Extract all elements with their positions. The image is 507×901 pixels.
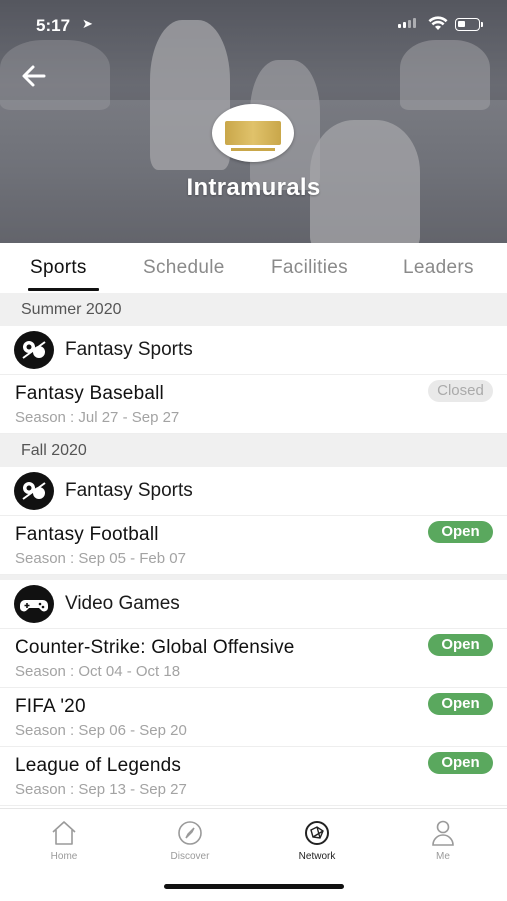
status-badge[interactable]: Closed [428, 380, 493, 402]
nav-label: Home [50, 851, 78, 862]
fantasy-sports-icon [14, 472, 54, 510]
category-label: Fantasy Sports [65, 339, 193, 360]
tab-facilities[interactable]: Facilities [271, 257, 348, 279]
home-indicator[interactable] [164, 884, 344, 889]
status-badge[interactable]: Open [428, 634, 493, 656]
tab-schedule[interactable]: Schedule [143, 257, 225, 279]
nav-label: Network [298, 851, 336, 862]
wifi-icon [428, 16, 448, 30]
item-season: Season : Sep 06 - Sep 20 [15, 722, 187, 739]
section-header-summer-2020: Summer 2020 [0, 293, 507, 326]
compass-icon [178, 821, 202, 845]
status-time: 5:17 [36, 16, 71, 35]
nav-me[interactable]: Me [398, 819, 488, 862]
section-header-fall-2020: Fall 2020 [0, 434, 507, 467]
item-season: Season : Sep 05 - Feb 07 [15, 550, 186, 567]
list-item[interactable]: League of Legends Season : Sep 13 - Sep … [0, 747, 507, 806]
category-label: Video Games [65, 593, 180, 614]
nav-discover[interactable]: Discover [145, 819, 235, 862]
item-name: Counter-Strike: Global Offensive [15, 637, 295, 658]
status-badge[interactable]: Open [428, 752, 493, 774]
nav-network[interactable]: Network [272, 819, 362, 862]
network-icon [305, 821, 329, 845]
item-name: Fantasy Baseball [15, 383, 164, 404]
item-season: Season : Sep 13 - Sep 27 [15, 781, 187, 798]
person-icon [432, 820, 454, 846]
active-tab-indicator [28, 288, 99, 291]
cellular-signal-icon [398, 18, 416, 28]
tab-sports[interactable]: Sports [30, 257, 87, 279]
list-item[interactable]: Fantasy Football Season : Sep 05 - Feb 0… [0, 516, 507, 575]
nav-home[interactable]: Home [19, 819, 109, 862]
nav-label: Me [436, 851, 450, 862]
nav-label: Discover [170, 851, 210, 862]
video-games-icon [14, 585, 54, 623]
status-badge[interactable]: Open [428, 693, 493, 715]
category-row-fantasy-sports[interactable]: Fantasy Sports [0, 467, 507, 516]
home-icon [52, 821, 76, 845]
fantasy-sports-icon [14, 331, 54, 369]
status-bar: 5:17 ➤ [0, 0, 507, 50]
category-label: Fantasy Sports [65, 480, 193, 501]
page-title: Intramurals [186, 174, 321, 201]
intramurals-logo [212, 104, 294, 162]
tab-leaders[interactable]: Leaders [403, 257, 474, 279]
item-season: Season : Oct 04 - Oct 18 [15, 663, 181, 680]
sports-list: Summer 2020 Fantasy Sports Fantasy Baseb… [0, 293, 507, 808]
back-arrow-icon[interactable] [18, 60, 50, 92]
item-name: FIFA '20 [15, 696, 86, 717]
battery-icon [455, 18, 483, 31]
category-row-video-games[interactable]: Video Games [0, 580, 507, 629]
location-arrow-icon: ➤ [82, 16, 93, 31]
item-name: Fantasy Football [15, 524, 159, 545]
status-badge[interactable]: Open [428, 521, 493, 543]
item-season: Season : Jul 27 - Sep 27 [15, 409, 180, 426]
item-name: League of Legends [15, 755, 182, 776]
list-item[interactable]: FIFA '20 Season : Sep 06 - Sep 20 Open [0, 688, 507, 747]
list-item[interactable]: Counter-Strike: Global Offensive Season … [0, 629, 507, 688]
tab-bar: Sports Schedule Facilities Leaders [0, 243, 507, 294]
category-row-fantasy-sports[interactable]: Fantasy Sports [0, 326, 507, 375]
list-item[interactable]: Fantasy Baseball Season : Jul 27 - Sep 2… [0, 375, 507, 434]
